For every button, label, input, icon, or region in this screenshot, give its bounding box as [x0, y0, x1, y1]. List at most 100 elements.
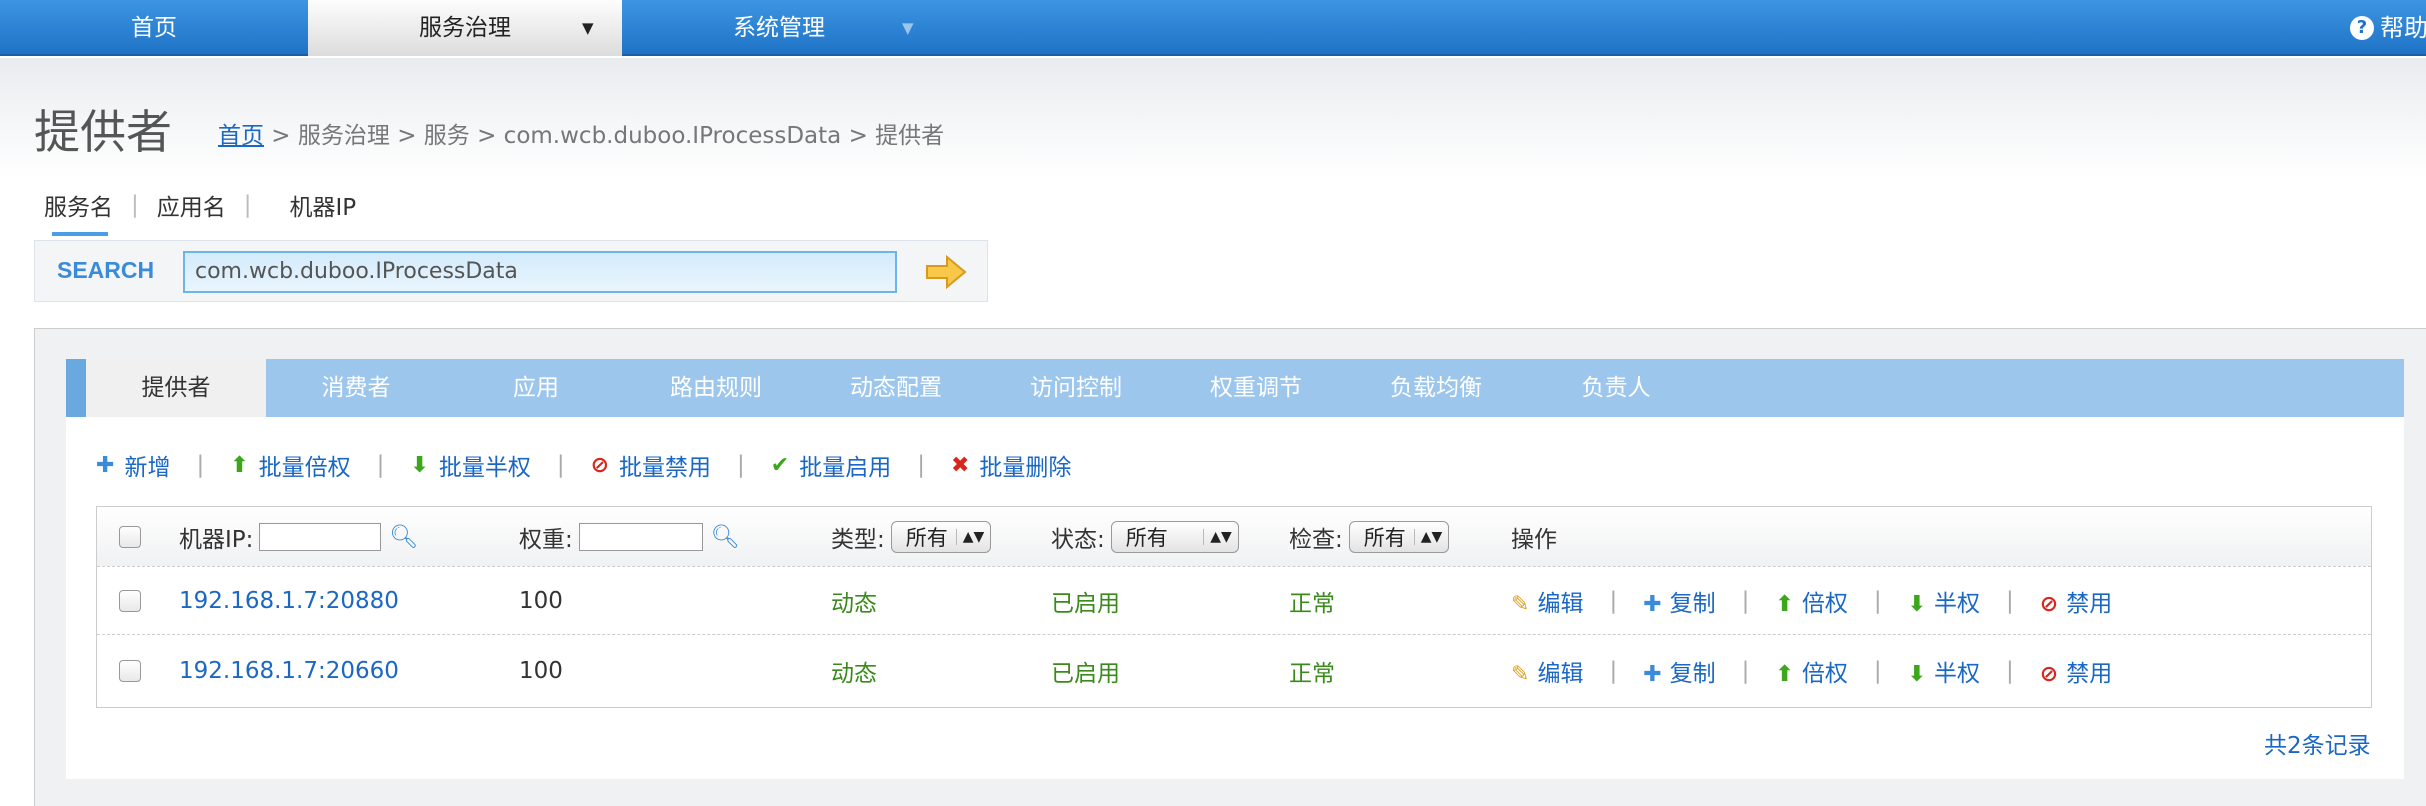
copy-label: 复制 [1669, 661, 1716, 687]
disable-label: 禁用 [2066, 661, 2113, 687]
select-arrows-icon: ▲▼ [1413, 528, 1449, 545]
providers-table: 机器IP: 🔍︎ 权重: 🔍︎ 类型: 所有 ▲▼ 状态: 所有 ▲▼ 检查: 所有 ▲▼ 操作… [96, 506, 2372, 708]
tab-weights[interactable]: 权重调节 [1166, 359, 1346, 417]
edit-button[interactable]: ✎ 编辑 [1511, 584, 1583, 618]
row-checkbox[interactable] [119, 660, 141, 682]
divider: | [2006, 587, 2014, 614]
check-select[interactable]: 所有 ▲▼ [1348, 520, 1450, 553]
search-tab-app[interactable]: 应用名 [157, 188, 226, 222]
cross-icon: ✖ [950, 452, 970, 478]
batch-half-button[interactable]: ⬇ 批量半权 [410, 448, 530, 482]
tab-applications[interactable]: 应用 [446, 359, 626, 417]
tab-providers[interactable]: 提供者 [86, 359, 266, 417]
disable-button[interactable]: ⊘ 禁用 [2040, 654, 2112, 688]
edit-label: 编辑 [1537, 661, 1584, 687]
batch-double-button[interactable]: ⬆ 批量倍权 [230, 448, 350, 482]
row-ip-link[interactable]: 192.168.1.7:20880 [179, 567, 399, 634]
top-nav: 首页 服务治理 ▼ 系统管理 ▼ ? 帮助 [0, 0, 2426, 56]
batch-disable-button[interactable]: ⊘ 批量禁用 [591, 448, 711, 482]
help-label: 帮助 [2380, 14, 2426, 42]
tab-owners[interactable]: 负责人 [1526, 359, 1706, 417]
tab-consumers[interactable]: 消费者 [266, 359, 446, 417]
disable-button[interactable]: ⊘ 禁用 [2040, 584, 2112, 618]
tab-load-balance[interactable]: 负载均衡 [1346, 359, 1526, 417]
nav-home[interactable]: 首页 [0, 0, 308, 56]
status-select[interactable]: 所有 ▲▼ [1110, 520, 1239, 553]
tab-bar-accent [66, 359, 86, 417]
row-checkbox[interactable] [119, 589, 141, 612]
arrow-up-icon: ⬆ [230, 452, 249, 478]
row-ip-link[interactable]: 192.168.1.7:20660 [179, 637, 399, 705]
row-type: 动态 [831, 590, 877, 617]
table-row: 192.168.1.7:20660 100 动态 已启用 正常 ✎ 编辑 | ✚ 复… [97, 637, 2371, 705]
help-icon: ? [2350, 16, 2374, 40]
row-actions: ✎ 编辑 | ✚ 复制 | ⬆ 倍权 | ⬇ 半权 | ⊘ 禁用 [1511, 637, 2112, 705]
divider: | [737, 452, 745, 478]
batch-delete-button[interactable]: ✖ 批量删除 [951, 448, 1071, 482]
copy-label: 复制 [1669, 590, 1716, 617]
help-link[interactable]: ? 帮助 [2350, 0, 2426, 56]
ban-icon: ⊘ [2039, 591, 2059, 617]
edit-button[interactable]: ✎ 编辑 [1511, 654, 1583, 688]
row-weight: 100 [519, 587, 563, 614]
divider: | [1741, 587, 1750, 614]
row-check: 正常 [1289, 590, 1335, 617]
add-label: 新增 [124, 455, 171, 481]
nav-system-management[interactable]: 系统管理 ▼ [622, 0, 936, 56]
select-all-checkbox[interactable] [119, 525, 141, 548]
search-icon[interactable]: 🔍︎ [389, 523, 418, 550]
plus-icon: ✚ [1643, 662, 1662, 687]
search-input[interactable]: com.wcb.duboo.IProcessData [183, 251, 897, 293]
breadcrumb: 首页 > 服务治理 > 服务 > com.wcb.duboo.IProcessD… [218, 116, 944, 150]
batch-enable-button[interactable]: ✔ 批量启用 [771, 448, 891, 482]
check-select-value: 所有 [1363, 525, 1406, 550]
type-select[interactable]: 所有 ▲▼ [890, 520, 992, 553]
batch-double-label: 批量倍权 [258, 455, 351, 481]
double-weight-button[interactable]: ⬆ 倍权 [1775, 654, 1847, 688]
type-filter-label: 类型: [831, 526, 885, 553]
record-count: 共2条记录 [2264, 733, 2371, 759]
select-arrows-icon: ▲▼ [955, 528, 991, 545]
ban-icon: ⊘ [2039, 662, 2059, 687]
divider: | [1873, 587, 1882, 614]
tab-access-control[interactable]: 访问控制 [986, 359, 1166, 417]
tab-routes[interactable]: 路由规则 [626, 359, 806, 417]
ip-filter-input[interactable] [259, 522, 382, 551]
add-button[interactable]: ✚ 新增 [96, 448, 170, 482]
divider: | [196, 452, 205, 478]
arrow-up-icon: ⬆ [1775, 591, 1794, 617]
search-icon[interactable]: 🔍︎ [711, 523, 740, 550]
status-select-value: 所有 [1125, 525, 1168, 550]
ban-icon: ⊘ [590, 452, 609, 478]
row-weight: 100 [519, 658, 563, 684]
search-tabs: 服务名 | 应用名 | 机器IP [44, 188, 357, 236]
copy-button[interactable]: ✚ 复制 [1643, 654, 1715, 688]
breadcrumb-home-link[interactable]: 首页 [218, 123, 264, 149]
copy-button[interactable]: ✚ 复制 [1643, 584, 1715, 618]
half-weight-button[interactable]: ⬇ 半权 [1908, 654, 1980, 688]
divider: | [131, 192, 139, 218]
arrow-down-icon: ⬇ [410, 452, 429, 478]
weight-filter-input[interactable] [578, 522, 703, 551]
tab-dynamic-config[interactable]: 动态配置 [806, 359, 986, 417]
search-label: SEARCH [57, 257, 155, 283]
search-tab-service[interactable]: 服务名 [44, 188, 113, 236]
divider: | [2006, 658, 2014, 684]
double-label: 倍权 [1801, 590, 1848, 617]
check-icon: ✔ [770, 452, 790, 478]
pencil-icon: ✎ [1511, 662, 1530, 687]
double-weight-button[interactable]: ⬆ 倍权 [1775, 584, 1847, 618]
divider: | [1609, 587, 1618, 614]
divider: | [1873, 658, 1882, 684]
nav-gov-label: 服务治理 [419, 15, 511, 41]
search-arrow-icon[interactable] [923, 253, 969, 291]
row-status: 已启用 [1051, 661, 1120, 687]
plus-icon: ✚ [1643, 591, 1662, 617]
half-weight-button[interactable]: ⬇ 半权 [1908, 584, 1980, 618]
table-header: 机器IP: 🔍︎ 权重: 🔍︎ 类型: 所有 ▲▼ 状态: 所有 ▲▼ 检查: 所有 ▲▼ 操作 [97, 507, 2371, 567]
table-row: 192.168.1.7:20880 100 动态 已启用 正常 ✎ 编辑 | ✚ 复… [97, 567, 2371, 635]
divider: | [1741, 658, 1750, 684]
arrow-down-icon: ⬇ [1907, 591, 1926, 617]
nav-service-governance[interactable]: 服务治理 ▼ [308, 0, 622, 56]
search-tab-ip[interactable]: 机器IP [290, 188, 357, 222]
